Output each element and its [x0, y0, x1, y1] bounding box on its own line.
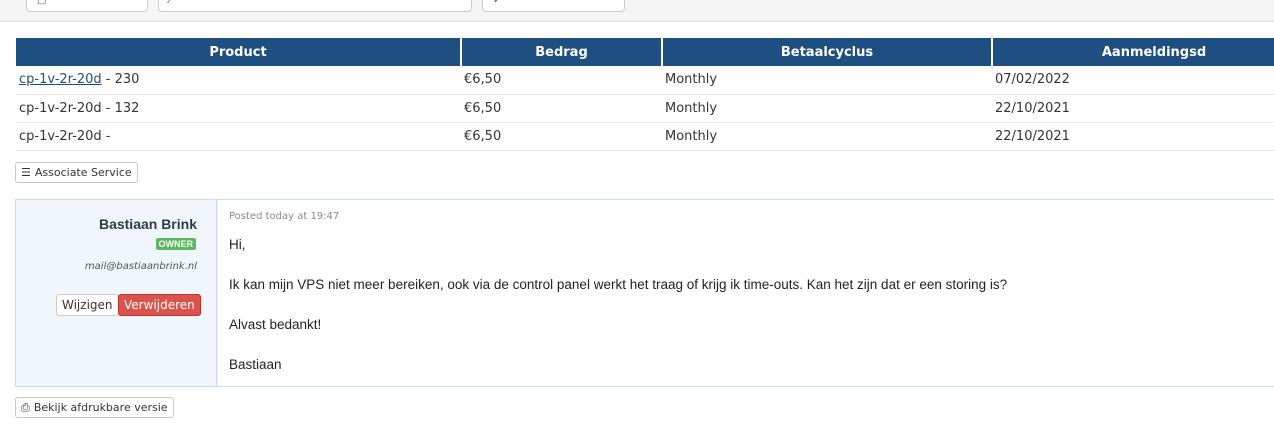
amount-cell: €6,50	[461, 94, 662, 123]
product-cell: cp-1v-2r-20d -	[16, 122, 461, 151]
ticket-reply: Bastiaan Brink OWNER mail@bastiaanbrink.…	[15, 199, 1274, 387]
column-header-date[interactable]: Aanmeldingsd	[992, 38, 1274, 66]
date-cell: 22/10/2021	[992, 94, 1274, 123]
toolbar-icon-3: ✓	[493, 0, 502, 6]
message-line: Hi,	[229, 237, 246, 252]
message-line: Bastiaan	[229, 357, 282, 372]
print-icon: ⎙	[21, 400, 30, 414]
reply-author-panel: Bastiaan Brink OWNER mail@bastiaanbrink.…	[16, 200, 217, 386]
edit-button[interactable]: Wijzigen	[56, 294, 119, 316]
reply-message-panel: Posted today at 19:47 Hi, Ik kan mijn VP…	[218, 200, 1274, 386]
toolbar-icon-1: ▢	[37, 0, 47, 6]
amount-cell: €6,50	[461, 66, 662, 95]
column-header-product[interactable]: Product	[16, 38, 462, 66]
print-version-button[interactable]: ⎙ Bekijk afdrukbare versie	[15, 397, 174, 418]
toolbar-icon-2: ⁄	[169, 0, 171, 6]
cycle-cell: Monthly	[662, 94, 992, 123]
toolbar-button-3[interactable]: ✓	[482, 0, 625, 12]
author-name: Bastiaan Brink	[98, 216, 197, 232]
date-cell: 22/10/2021	[992, 122, 1274, 151]
posted-timestamp: Posted today at 19:47	[229, 211, 340, 222]
table-row[interactable]: cp-1v-2r-20d - 230 €6,50 Monthly 07/02/2…	[16, 66, 1274, 95]
table-header-row: Product Bedrag Betaalcyclus Aanmeldingsd	[16, 38, 1274, 66]
toolbar-strip: ▢ ⁄ ✓	[0, 0, 1274, 22]
services-table: Product Bedrag Betaalcyclus Aanmeldingsd…	[16, 38, 1274, 151]
product-cell: cp-1v-2r-20d - 132	[16, 94, 461, 123]
list-check-icon: ☰	[21, 166, 31, 179]
print-version-label: Bekijk afdrukbare versie	[33, 401, 168, 414]
table-row[interactable]: cp-1v-2r-20d - 132 €6,50 Monthly 22/10/2…	[16, 94, 1274, 123]
message-line: Alvast bedankt!	[229, 317, 322, 332]
author-email: mail@bastiaanbrink.nl	[84, 261, 197, 272]
associate-service-button[interactable]: ☰ Associate Service	[15, 162, 138, 183]
product-cell: cp-1v-2r-20d - 230	[16, 66, 461, 95]
column-header-amount[interactable]: Bedrag	[461, 38, 663, 66]
amount-cell: €6,50	[461, 122, 662, 151]
delete-button[interactable]: Verwijderen	[118, 294, 201, 316]
product-link[interactable]: cp-1v-2r-20d	[19, 72, 102, 87]
table-row[interactable]: cp-1v-2r-20d - €6,50 Monthly 22/10/2021	[16, 122, 1274, 151]
toolbar-button-2[interactable]: ⁄	[158, 0, 472, 12]
associate-service-label: Associate Service	[34, 166, 132, 179]
cycle-cell: Monthly	[662, 122, 992, 151]
toolbar-button-1[interactable]: ▢	[26, 0, 148, 12]
date-cell: 07/02/2022	[992, 66, 1274, 95]
column-header-cycle[interactable]: Betaalcyclus	[662, 38, 993, 66]
message-line: Ik kan mijn VPS niet meer bereiken, ook …	[229, 277, 1008, 292]
cycle-cell: Monthly	[662, 66, 992, 95]
product-suffix: - 230	[101, 72, 140, 88]
owner-badge: OWNER	[155, 238, 196, 250]
